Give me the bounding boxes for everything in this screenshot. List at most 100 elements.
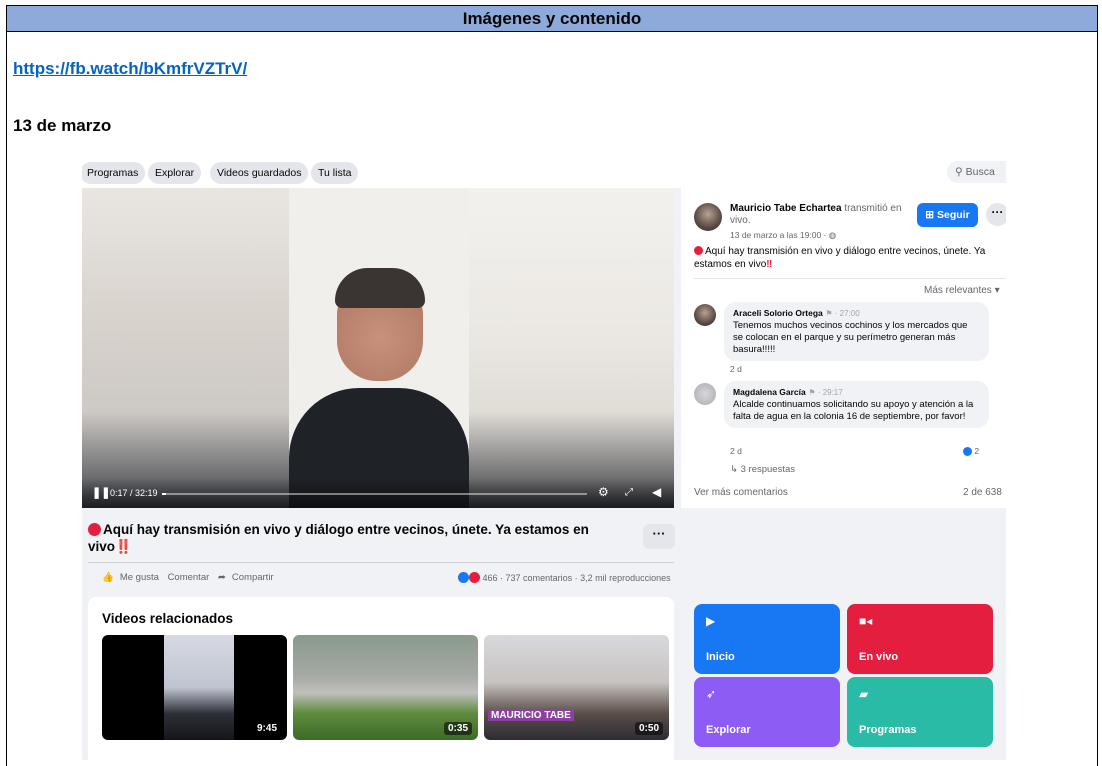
like-icon[interactable]: 👍: [102, 572, 114, 583]
post-body: Aquí hay transmisión en vivo y diálogo e…: [694, 245, 1006, 271]
tab-videos-guardados[interactable]: Videos guardados: [210, 162, 309, 184]
commenter-name[interactable]: Araceli Solorio Ortega: [733, 308, 823, 318]
related-video-thumb[interactable]: 0:35: [293, 635, 478, 740]
comment-age[interactable]: 2 d: [730, 364, 742, 374]
section-header: Imágenes y contenido: [7, 6, 1097, 32]
replies-label: 3 respuestas: [740, 464, 796, 475]
flag-icon: ⚑: [825, 309, 833, 318]
caret-down-icon: ▾: [994, 285, 1000, 296]
comment-text: Alcalde continuamos solicitando su apoyo…: [733, 399, 974, 422]
facebook-screenshot: Programas Explorar Videos guardados Tu l…: [82, 155, 1006, 760]
comment-bubble: Magdalena García ⚑ · 29:17 Alcalde conti…: [724, 381, 989, 428]
comment-pager: 2 de 638: [963, 487, 1002, 498]
date-label: 13 de marzo: [13, 116, 112, 135]
search-placeholder: Busca: [965, 166, 995, 178]
post-more-button[interactable]: ···: [643, 524, 675, 549]
comment-sort-dropdown[interactable]: Más relevantes ▾: [924, 285, 1000, 296]
commenter-avatar[interactable]: [694, 304, 716, 326]
divider: [88, 562, 674, 563]
author-line: Mauricio Tabe Echartea transmitió en viv…: [730, 203, 920, 227]
author-avatar[interactable]: [694, 203, 722, 231]
follow-button[interactable]: ⊞ Seguir: [917, 203, 978, 227]
comment-age[interactable]: 2 d: [730, 446, 742, 456]
video-player[interactable]: ❚❚ 0:17 / 32:19 ⚙ ⤢ ◀: [82, 188, 674, 508]
reaction-count[interactable]: 466: [483, 573, 498, 583]
like-reaction-icon: [963, 447, 972, 456]
search-icon: ⚲: [955, 166, 966, 178]
comment-text: Tenemos muchos vecinos cochinos y los me…: [733, 320, 968, 355]
comment-likes[interactable]: 2: [961, 446, 982, 456]
like-reaction-icon: [458, 572, 469, 583]
post-sidebar: Mauricio Tabe Echartea transmitió en viv…: [681, 188, 1006, 508]
post-stats: 466 · 737 comentarios · 3,2 mil reproduc…: [458, 572, 671, 583]
tile-programas[interactable]: ▰ Programas: [847, 677, 993, 747]
play-icon: ▶: [706, 614, 716, 628]
pause-icon[interactable]: ❚❚: [92, 486, 110, 499]
post-body-text: Aquí hay transmisión en vivo y diálogo e…: [694, 246, 986, 270]
comment-timestamp[interactable]: · 29:17: [816, 388, 843, 397]
related-video-thumb[interactable]: MAURICIO TABE 0:50: [484, 635, 669, 740]
like-button[interactable]: Me gusta: [120, 572, 159, 583]
globe-icon: ◍: [828, 230, 837, 240]
follow-label: Seguir: [937, 209, 970, 221]
thumb-caption: MAURICIO TABE: [488, 710, 574, 721]
speaker-hair: [335, 268, 425, 308]
double-exclamation-icon: ‼: [766, 259, 773, 270]
share-button[interactable]: Compartir: [232, 572, 274, 583]
video-time: 0:17 / 32:19: [110, 488, 158, 498]
follow-icon: ⊞: [925, 209, 938, 221]
replies-link[interactable]: ↳ 3 respuestas: [730, 464, 795, 475]
progress-bar[interactable]: [162, 493, 587, 495]
commenter-name[interactable]: Magdalena García: [733, 387, 806, 397]
tab-tu-lista[interactable]: Tu lista: [311, 162, 359, 184]
progress-fill: [162, 493, 166, 495]
live-dot-icon: [88, 523, 101, 536]
video-link[interactable]: https://fb.watch/bKmfrVZTrV/: [13, 59, 247, 79]
commenter-avatar[interactable]: [694, 383, 716, 405]
post-title-text: Aquí hay transmisión en vivo y diálogo e…: [88, 522, 589, 554]
shows-icon: ▰: [859, 687, 869, 701]
sort-label: Más relevantes: [924, 285, 992, 296]
video-controls: ❚❚ 0:17 / 32:19 ⚙ ⤢ ◀: [82, 478, 674, 508]
comment-timestamp[interactable]: · 27:00: [833, 309, 860, 318]
share-icon[interactable]: ➦: [218, 572, 226, 583]
thumb-image: [164, 635, 234, 740]
reply-arrow-icon: ↳: [730, 464, 741, 475]
tab-programas[interactable]: Programas: [82, 162, 146, 184]
video-duration: 0:35: [443, 722, 472, 735]
tab-explorar[interactable]: Explorar: [148, 162, 202, 184]
watch-topnav: Programas Explorar Videos guardados Tu l…: [82, 155, 1006, 188]
comment-like-count: 2: [974, 446, 980, 456]
tile-label: Explorar: [706, 724, 751, 736]
stats-text[interactable]: · 737 comentarios · 3,2 mil reproduccion…: [498, 573, 671, 583]
live-camera-icon: ■◂: [859, 614, 873, 628]
tile-inicio[interactable]: ▶ Inicio: [694, 604, 840, 674]
love-reaction-icon: [469, 572, 480, 583]
divider: [694, 278, 1006, 279]
fullscreen-icon[interactable]: ⤢: [625, 487, 633, 498]
post-timestamp[interactable]: 13 de marzo a las 19:00 ·: [730, 230, 829, 240]
post-meta: 13 de marzo a las 19:00 · ◍: [730, 230, 836, 241]
video-duration: 0:50: [634, 722, 663, 735]
comment-button[interactable]: Comentar: [168, 572, 210, 583]
author-more-button[interactable]: ···: [986, 203, 1006, 226]
tile-explorar[interactable]: ➶ Explorar: [694, 677, 840, 747]
video-blur-left: [82, 188, 289, 508]
related-video-thumb[interactable]: 9:45: [102, 635, 287, 740]
related-videos: Videos relacionados 9:45 0:35 MAURICIO T…: [88, 597, 674, 760]
live-dot-icon: [694, 246, 703, 255]
video-duration: 9:45: [252, 722, 281, 735]
see-more-comments[interactable]: Ver más comentarios: [694, 487, 788, 498]
rocket-icon: ➶: [706, 687, 717, 701]
post-actions: 👍 Me gusta Comentar ➦ Compartir: [102, 572, 280, 583]
author-name[interactable]: Mauricio Tabe Echartea: [730, 203, 842, 214]
tile-label: En vivo: [859, 651, 899, 663]
tile-label: Inicio: [706, 651, 735, 663]
volume-icon[interactable]: ◀: [652, 485, 661, 499]
post-title: Aquí hay transmisión en vivo y diálogo e…: [88, 521, 608, 555]
gear-icon[interactable]: ⚙: [598, 485, 609, 499]
search-input[interactable]: ⚲ Busca: [947, 161, 1006, 183]
video-frame: [289, 188, 469, 508]
related-title: Videos relacionados: [102, 611, 234, 626]
tile-en-vivo[interactable]: ■◂ En vivo: [847, 604, 993, 674]
